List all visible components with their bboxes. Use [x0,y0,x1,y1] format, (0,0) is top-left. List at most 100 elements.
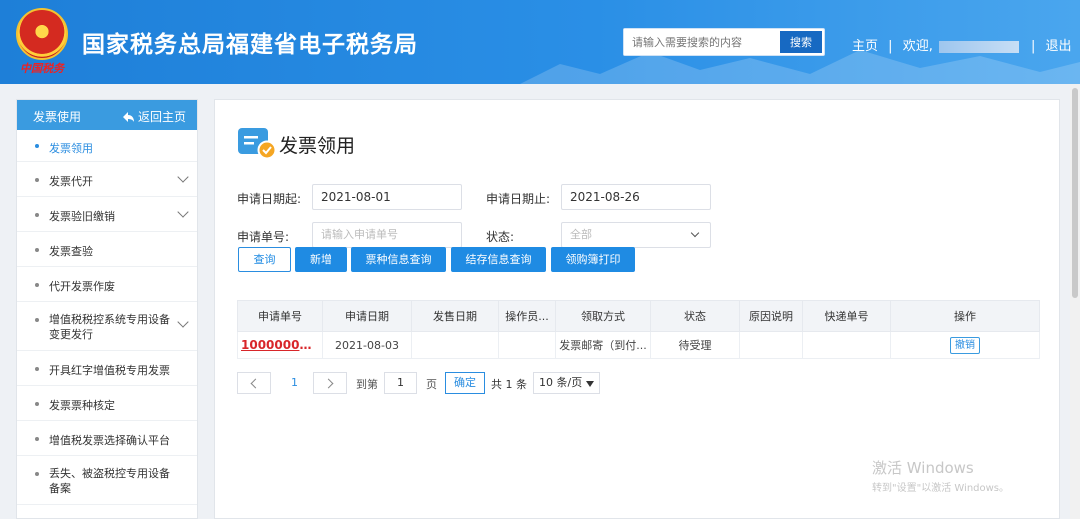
main-panel: 发票领用 申请日期起: 2021-08-01 申请日期止: 2021-08-26… [214,99,1060,519]
sidebar-item-label: 发票票种核定 [49,399,115,412]
page-unit: 页 [426,378,437,391]
page-scrollbar[interactable] [1070,84,1080,519]
top-nav: 主页 | 欢迎, | 退出 [852,35,1078,54]
column-header[interactable]: 操作 [890,300,1040,332]
chevron-down-icon [177,206,189,218]
current-page[interactable]: 1 [291,376,298,389]
column-header[interactable]: 快递单号 [802,300,891,332]
column-header[interactable]: 申请日期 [322,300,412,332]
nav-separator: | [888,39,893,54]
sidebar-item-label: 发票验旧缴销 [49,210,115,223]
prev-page-button[interactable] [237,372,271,394]
sidebar-item-invoice-verify[interactable]: 发票查验 [17,232,197,267]
status-cell: 待受理 [650,331,740,359]
end-date-field[interactable]: 2021-08-26 [561,184,711,210]
goto-confirm-button[interactable]: 确定 [445,372,485,394]
express-no-cell [802,331,891,359]
nav-logout-link[interactable]: 退出 [1046,39,1072,54]
sidebar-title: 发票使用 [33,110,82,124]
page-title: 发票领用 [279,135,356,157]
back-home-link[interactable]: 返回主页 [123,108,186,125]
sidebar-item-invoice-cancel[interactable]: 发票验旧缴销 [17,197,197,232]
sidebar-item-label: 开具红字增值税专用发票 [49,364,170,377]
table-row: 1000000000... 2021-08-03 发票邮寄（到付... 待受理 … [237,331,1040,359]
sidebar-item-invoice-issue[interactable]: 发票代开 [17,162,197,197]
nav-home-link[interactable]: 主页 [852,39,878,54]
sidebar-item-device-change[interactable]: 增值税税控系统专用设备变更发行 [17,302,197,351]
status-label: 状态: [486,230,515,244]
start-date-field[interactable]: 2021-08-01 [312,184,462,210]
type-info-query-button[interactable]: 票种信息查询 [351,247,446,272]
sidebar-item-red-invoice[interactable]: 开具红字增值税专用发票 [17,351,197,386]
purchase-book-print-button[interactable]: 领购簿打印 [551,247,635,272]
sidebar-item-type-approval[interactable]: 发票票种核定 [17,386,197,421]
sidebar-item-label: 发票代开 [49,175,93,188]
bullet-icon [35,402,39,406]
scrollbar-thumb[interactable] [1072,88,1078,298]
goto-page-input[interactable]: 1 [384,372,417,394]
tax-seal-text: 中国税务 [20,62,64,75]
stock-info-query-button[interactable]: 结存信息查询 [451,247,546,272]
apply-date-cell: 2021-08-03 [322,331,412,359]
column-header[interactable]: 发售日期 [411,300,499,332]
sidebar-item-invoice-apply[interactable]: 发票领用 [17,130,197,162]
bullet-icon [35,437,39,441]
nav-separator: | [1030,39,1036,54]
chevron-right-icon [323,378,334,389]
bullet-icon [35,144,39,148]
search-box: 搜索 [623,28,825,56]
sidebar-item-label: 代开发票作废 [49,280,115,293]
sidebar-header: 发票使用 返回主页 [17,100,197,130]
reason-cell [739,331,803,359]
query-button[interactable]: 查询 [238,247,291,272]
masked-username [938,40,1019,53]
operator-cell [498,331,556,359]
start-date-label: 申请日期起: [237,192,302,206]
sidebar-item-confirm-platform[interactable]: 增值税发票选择确认平台 [17,421,197,456]
search-input[interactable] [624,29,779,55]
pickup-method-cell: 发票邮寄（到付... [555,331,651,359]
page-size-select[interactable]: 10 条/页 [533,372,600,394]
chevron-down-icon [177,171,189,183]
search-button[interactable]: 搜索 [780,31,822,53]
bullet-icon [35,318,39,322]
back-home-label: 返回主页 [138,110,187,124]
column-header[interactable]: 操作员... [498,300,556,332]
sidebar: 发票使用 返回主页 发票领用 发票代开 发票验旧缴销 发票查验 代开发票作废 增… [16,99,198,519]
total-count: 共 1 条 [491,378,527,391]
chevron-left-icon [250,378,261,389]
caret-down-icon [586,381,594,387]
order-no-link[interactable]: 1000000000... [237,331,323,359]
bullet-icon [35,248,39,252]
order-no-label: 申请单号: [237,230,290,244]
sidebar-item-void-invoice[interactable]: 代开发票作废 [17,267,197,302]
sale-date-cell [411,331,499,359]
site-title: 国家税务总局福建省电子税务局 [82,32,418,58]
sidebar-item-label: 增值税发票选择确认平台 [49,434,170,447]
sidebar-item-label: 发票领用 [49,142,93,155]
order-no-input[interactable]: 请输入申请单号 [312,222,462,248]
column-header[interactable]: 申请单号 [237,300,323,332]
chevron-down-icon [177,316,189,328]
chevron-down-icon [690,228,700,238]
action-cell: 撤销 [890,331,1040,359]
sidebar-item-label: 发票查验 [49,245,93,258]
nav-welcome: 欢迎, [902,39,933,54]
column-header[interactable]: 原因说明 [739,300,803,332]
status-select[interactable]: 全部 [561,222,711,248]
revoke-button[interactable]: 撤销 [950,336,980,354]
windows-activation-hint: 转到"设置"以激活 Windows。 [872,483,1010,494]
invoice-apply-table: 申请单号 申请日期 发售日期 操作员... 领取方式 状态 原因说明 快递单号 … [237,300,1040,359]
status-select-value: 全部 [570,228,592,241]
windows-activation-watermark: 激活 Windows [872,459,974,477]
column-header[interactable]: 领取方式 [555,300,651,332]
top-header: 中国税务 国家税务总局福建省电子税务局 搜索 主页 | 欢迎, | 退出 [0,0,1080,84]
goto-label: 到第 [356,378,378,391]
add-button[interactable]: 新增 [295,247,347,272]
page-size-value: 10 条/页 [539,376,583,389]
table-header-row: 申请单号 申请日期 发售日期 操作员... 领取方式 状态 原因说明 快递单号 … [237,300,1040,332]
next-page-button[interactable] [313,372,347,394]
invoice-icon [238,128,276,160]
sidebar-item-device-loss[interactable]: 丢失、被盗税控专用设备备案 [17,456,197,505]
column-header[interactable]: 状态 [650,300,740,332]
